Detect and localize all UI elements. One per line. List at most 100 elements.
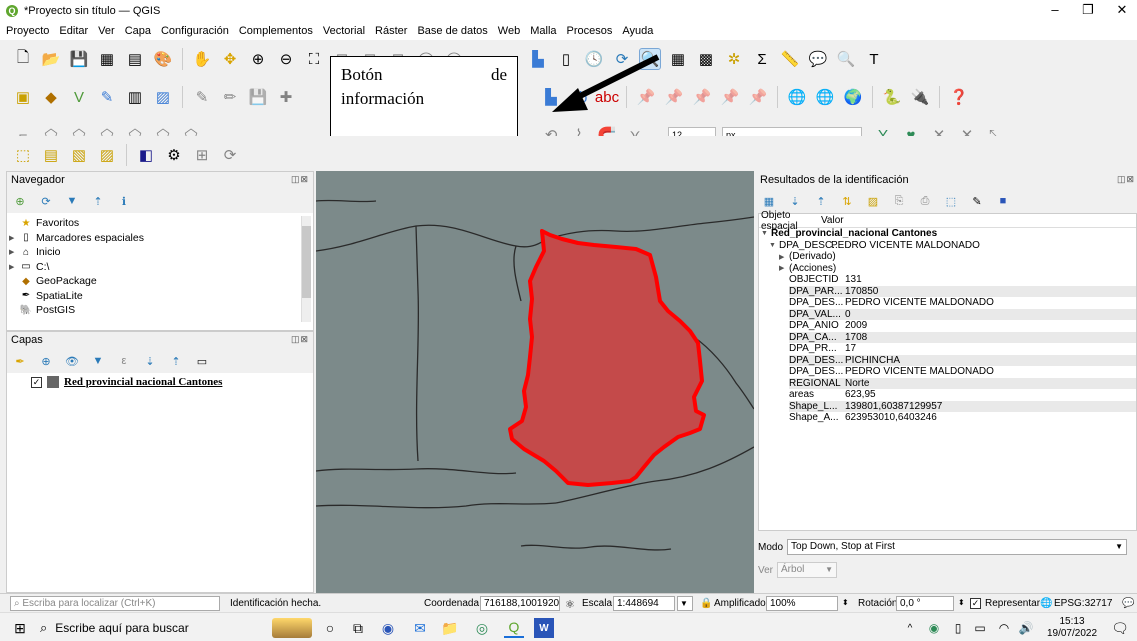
filter-expression-icon[interactable]: ε xyxy=(113,350,135,372)
pan-to-selection-icon[interactable]: ✥ xyxy=(219,48,241,70)
open-attribute-table-icon[interactable]: ▦ xyxy=(667,48,689,70)
deselect-icon[interactable]: ▧ xyxy=(68,144,90,166)
menu-proyecto[interactable]: Proyecto xyxy=(6,25,49,37)
file-explorer-icon[interactable]: 📁 xyxy=(440,618,460,638)
help-icon[interactable]: ❓ xyxy=(948,86,970,108)
maximize-button[interactable]: ❐ xyxy=(1073,2,1103,18)
mail-icon[interactable]: ✉ xyxy=(410,618,430,638)
text-annotation-icon[interactable]: T xyxy=(863,48,885,70)
layer-row[interactable]: ✓ Red provincial nacional Cantones xyxy=(31,376,222,388)
filter-legend-icon[interactable]: ▼ xyxy=(87,350,109,372)
word-icon[interactable]: W xyxy=(534,618,554,638)
pan-icon[interactable]: ✋ xyxy=(191,48,213,70)
measure-icon[interactable]: 📏 xyxy=(779,48,801,70)
menu-raster[interactable]: Ráster xyxy=(375,25,407,37)
label-change-icon[interactable]: 📌 xyxy=(747,86,769,108)
layer-visibility-checkbox[interactable]: ✓ xyxy=(31,376,42,388)
locator-search-input[interactable]: ⌕ Escriba para localizar (Ctrl+K) xyxy=(10,596,220,611)
zoom-full-icon[interactable]: ⛶ xyxy=(303,48,325,70)
select-feature-icon[interactable]: ▨ xyxy=(862,190,884,212)
result-attribute-row[interactable]: DPA_DES... PEDRO VICENTE MALDONADO xyxy=(789,297,1136,309)
globe-settings-icon[interactable]: 🌍 xyxy=(842,86,864,108)
add-wms-icon[interactable]: ▨ xyxy=(152,86,174,108)
menu-ayuda[interactable]: Ayuda xyxy=(622,25,653,37)
plugin-icon[interactable]: 🔌 xyxy=(909,86,931,108)
menu-configuracion[interactable]: Configuración xyxy=(161,25,229,37)
add-selected-icon[interactable]: ⊕ xyxy=(9,190,31,212)
taskbar-search[interactable]: ⌕ Escribe aquí para buscar xyxy=(40,616,266,640)
edge-icon[interactable]: ◉ xyxy=(378,618,398,638)
result-attribute-row[interactable]: OBJECTID 131 xyxy=(789,274,1136,286)
zoom-out-icon[interactable]: ⊖ xyxy=(275,48,297,70)
menu-complementos[interactable]: Complementos xyxy=(239,25,313,37)
open-project-icon[interactable]: 📂 xyxy=(40,48,62,70)
crs-label[interactable]: EPSG:32717 xyxy=(1054,598,1112,609)
processing-history-icon[interactable]: ◧ xyxy=(135,144,157,166)
result-attribute-row[interactable]: DPA_DES... PICHINCHA xyxy=(789,354,1136,366)
tray-tablet-icon[interactable]: ▯ xyxy=(948,618,968,638)
magnifier-spin-icon[interactable]: ⬍ xyxy=(842,598,849,607)
results-dock-buttons[interactable]: ◫⊠ xyxy=(1117,174,1135,185)
scale-input[interactable]: 1:448694 xyxy=(613,596,675,611)
windows-start-icon[interactable]: ⊞ xyxy=(10,618,30,638)
zoom-in-icon[interactable]: ⊕ xyxy=(247,48,269,70)
properties-icon[interactable]: ℹ xyxy=(113,190,135,212)
result-attribute-row[interactable]: DPA_DES... PEDRO VICENTE MALDONADO xyxy=(789,366,1136,378)
toolbox-icon[interactable]: ✲ xyxy=(723,48,745,70)
navigator-scrollbar[interactable] xyxy=(301,216,311,322)
new-print-layout-icon[interactable]: ▦ xyxy=(96,48,118,70)
filter-icon[interactable]: ▼ xyxy=(61,190,83,212)
tray-app-icon[interactable]: ◉ xyxy=(924,618,944,638)
label-move-icon[interactable]: 📌 xyxy=(691,86,713,108)
mode-select[interactable]: Top Down, Stop at First ▼ xyxy=(787,539,1128,555)
tree-item-postgis[interactable]: 🐘 PostGIS xyxy=(9,303,299,318)
layout-manager-icon[interactable]: ▤ xyxy=(124,48,146,70)
chrome-icon[interactable]: ◎ xyxy=(472,618,492,638)
crs-globe-icon[interactable]: 🌐 xyxy=(1040,598,1052,609)
selected-canton-polygon[interactable] xyxy=(508,229,706,487)
copy-feature-icon[interactable]: ⎘ xyxy=(888,190,910,212)
messages-icon[interactable]: 💬 xyxy=(1122,598,1134,609)
menu-capa[interactable]: Capa xyxy=(125,25,151,37)
menu-procesos[interactable]: Procesos xyxy=(567,25,613,37)
add-group-icon[interactable]: ⊕ xyxy=(35,350,57,372)
statistics-icon[interactable]: Σ xyxy=(751,48,773,70)
result-attribute-row[interactable]: DPA_ANIO 2009 xyxy=(789,320,1136,332)
result-attribute-row[interactable]: DPA_PAR... 170850 xyxy=(789,285,1136,297)
data-source-manager-icon[interactable]: ▣ xyxy=(12,86,34,108)
show-hidden-icons[interactable]: ^ xyxy=(900,618,920,638)
result-attribute-row[interactable]: DPA_CA... 1708 xyxy=(789,331,1136,343)
map-canvas[interactable] xyxy=(316,171,754,593)
remove-layer-icon[interactable]: ▭ xyxy=(191,350,213,372)
toggle-editing-icon[interactable]: ✏ xyxy=(219,86,241,108)
menu-web[interactable]: Web xyxy=(498,25,520,37)
result-layer-row[interactable]: ▼ Red_provincial_nacional Cantones xyxy=(759,228,1136,240)
menu-editar[interactable]: Editar xyxy=(59,25,88,37)
refresh-icon[interactable]: ⟳ xyxy=(35,190,57,212)
globe-icon[interactable]: 🌐 xyxy=(786,86,808,108)
taskbar-clock[interactable]: 15:13 19/07/2022 xyxy=(1044,616,1100,640)
field-calculator-icon[interactable]: ▩ xyxy=(695,48,717,70)
locator-icon[interactable]: 🔍 xyxy=(835,48,857,70)
menu-vectorial[interactable]: Vectorial xyxy=(323,25,365,37)
scale-dropdown-icon[interactable]: ▼ xyxy=(677,596,693,611)
add-raster-icon[interactable]: ✎ xyxy=(96,86,118,108)
new-project-icon[interactable]: 🗋 xyxy=(12,48,34,70)
current-edits-icon[interactable]: ✎ xyxy=(191,86,213,108)
save-project-icon[interactable]: 💾 xyxy=(68,48,90,70)
task-view-icon[interactable]: ⧉ xyxy=(348,618,368,638)
result-derived-row[interactable]: ▶ (Derivado) xyxy=(759,251,1136,263)
coordinate-input[interactable]: 716188,10019204 xyxy=(480,596,560,611)
wifi-icon[interactable]: ◠ xyxy=(994,618,1014,638)
menu-base-de-datos[interactable]: Base de datos xyxy=(417,25,487,37)
style-manager-icon[interactable]: 🎨 xyxy=(152,48,174,70)
result-feature-row[interactable]: ▼ DPA_DESC... PEDRO VICENTE MALDONADO xyxy=(759,240,1136,252)
print-icon[interactable]: ⎙ xyxy=(914,190,936,212)
rotation-spin-icon[interactable]: ⬍ xyxy=(958,598,965,607)
result-attribute-row[interactable]: areas 623,95 xyxy=(789,389,1136,401)
identify-settings-icon[interactable]: ✎ xyxy=(966,190,988,212)
new-geopackage-icon[interactable]: ◆ xyxy=(40,86,62,108)
results-tree[interactable]: Objeto espacial Valor ▼ Red_provincial_na… xyxy=(758,210,1137,531)
add-icon[interactable]: ⊞ xyxy=(191,144,213,166)
result-attribute-row[interactable]: DPA_VAL... 0 xyxy=(789,308,1136,320)
